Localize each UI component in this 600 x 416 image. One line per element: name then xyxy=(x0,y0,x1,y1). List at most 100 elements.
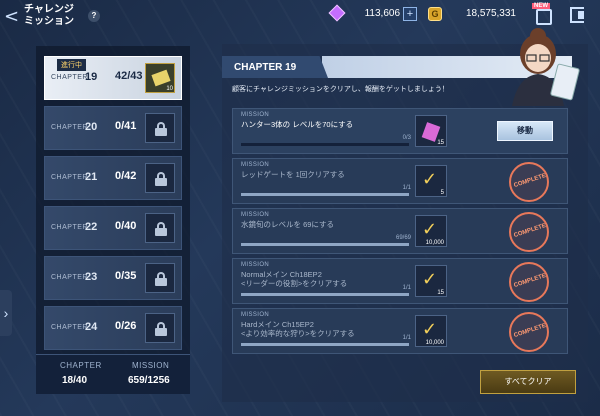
chapter-item-20[interactable]: CHAPTER 20 0/41 xyxy=(44,106,182,150)
chapter-label: CHAPTER xyxy=(51,224,88,231)
character-avatar xyxy=(512,28,580,106)
lock-icon xyxy=(145,163,175,193)
chapter-progress: 0/40 xyxy=(115,220,137,232)
move-button[interactable]: 移動 xyxy=(497,121,553,141)
side-expand-tab[interactable]: › xyxy=(0,290,12,336)
chapter-number: 23 xyxy=(85,271,98,283)
back-arrow-icon[interactable]: < xyxy=(4,5,20,29)
mailbox-box xyxy=(536,9,552,25)
clear-all-button[interactable]: すべてクリア xyxy=(480,370,576,394)
progress-value: 69/69 xyxy=(395,235,411,241)
mission-text: ハンター3体の レベルを70にする xyxy=(241,120,354,129)
lock-icon xyxy=(145,213,175,243)
progress-bar xyxy=(241,293,409,296)
progress-value: 1/1 xyxy=(402,185,411,191)
progress-value: 1/1 xyxy=(402,285,411,291)
mission-row: MISSION Normalメイン Ch18EP2 <リーダーの役割>をクリアす… xyxy=(232,258,568,304)
lock-icon xyxy=(145,113,175,143)
mailbox-icon[interactable]: NEW xyxy=(532,3,554,27)
reward-qty: 10,000 xyxy=(425,340,444,346)
reward-qty: 10,000 xyxy=(425,240,444,246)
chapter-label: CHAPTER xyxy=(51,74,88,81)
complete-stamp: COMPLETE xyxy=(509,262,549,302)
chapter-number: 24 xyxy=(85,321,98,333)
stamp-text: COMPLETE xyxy=(513,222,547,240)
reward-qty: 15 xyxy=(437,140,444,146)
mission-row: MISSION 水鏡旬のレベルを 69にする 69/69 ✓ 10,000 COM… xyxy=(232,208,568,254)
mission-row: MISSION レッドゲートを 1回クリアする 1/1 ✓ 5 COMPLETE xyxy=(232,158,568,204)
progress-value: 0/3 xyxy=(402,135,411,141)
exit-icon[interactable] xyxy=(570,7,584,23)
ticket-icon: 10 xyxy=(145,63,175,93)
help-icon[interactable]: ? xyxy=(88,10,100,22)
chapter-progress: 0/42 xyxy=(115,170,137,182)
summary-mission-value: 659/1256 xyxy=(128,375,170,386)
summary-chapter-value: 18/40 xyxy=(62,375,88,386)
chapter-progress: 0/41 xyxy=(115,120,137,132)
reward-qty: 5 xyxy=(440,190,444,196)
mission-text: Hardメイン Ch15EP2 <より効率的な狩り>をクリアする xyxy=(241,320,355,338)
chapter-label: CHAPTER xyxy=(51,174,88,181)
title-line2: ミッション xyxy=(24,16,74,27)
progress-fill xyxy=(241,293,409,296)
complete-stamp: COMPLETE xyxy=(509,212,549,252)
status-badge: 進行中 xyxy=(57,59,86,71)
chapter-number: 21 xyxy=(85,171,98,183)
add-gems-button[interactable]: + xyxy=(403,7,417,21)
chapter-number: 20 xyxy=(85,121,98,133)
chapter-list: 進行中 CHAPTER 19 42/43 10 CHAPTER 20 0/41 … xyxy=(36,46,190,394)
chapter-title: CHAPTER 19 xyxy=(234,62,297,73)
lock-icon xyxy=(145,313,175,343)
reward-qty: 15 xyxy=(437,290,444,296)
summary-chapter-label: CHAPTER xyxy=(60,361,102,370)
lock-icon xyxy=(145,263,175,293)
reward-qty: 10 xyxy=(166,86,173,92)
reward-check-icon: ✓ 5 xyxy=(415,165,447,197)
chapter-label: CHAPTER xyxy=(51,274,88,281)
reward-ticket-icon: 15 xyxy=(415,115,447,147)
progress-bar xyxy=(241,143,409,146)
progress-bar xyxy=(241,343,409,346)
progress-fill xyxy=(241,243,409,246)
chapter-item-24[interactable]: CHAPTER 24 0/26 xyxy=(44,306,182,350)
mission-text: 水鏡旬のレベルを 69にする xyxy=(241,220,335,229)
chapter-number: 19 xyxy=(85,71,98,83)
stamp-text: COMPLETE xyxy=(513,272,547,290)
stamp-text: COMPLETE xyxy=(513,172,547,190)
chapter-item-22[interactable]: CHAPTER 22 0/40 xyxy=(44,206,182,250)
summary-mission-label: MISSION xyxy=(132,361,170,370)
chapter-item-21[interactable]: CHAPTER 21 0/42 xyxy=(44,156,182,200)
progress-fill xyxy=(241,343,409,346)
page-title: チャレンジ ミッション xyxy=(24,4,74,28)
mission-label: MISSION xyxy=(241,162,270,168)
stamp-text: COMPLETE xyxy=(513,322,547,340)
new-badge: NEW xyxy=(532,3,550,9)
mission-text: レッドゲートを 1回クリアする xyxy=(241,170,345,179)
coin-icon: G xyxy=(428,7,442,21)
mission-label: MISSION xyxy=(241,112,270,118)
progress-bar xyxy=(241,243,409,246)
gem-icon xyxy=(328,4,346,22)
chapter-title-strip: CHAPTER 19 xyxy=(222,56,328,78)
chapter-label: CHAPTER xyxy=(51,124,88,131)
title-line1: チャレンジ xyxy=(24,4,74,15)
complete-stamp: COMPLETE xyxy=(509,312,549,352)
reward-coin-icon: ✓ 10,000 xyxy=(415,315,447,347)
complete-stamp: COMPLETE xyxy=(509,162,549,202)
mission-list: MISSION ハンター3体の レベルを70にする 0/3 15 移動 MISS… xyxy=(232,108,568,358)
chapter-item-23[interactable]: CHAPTER 23 0/35 xyxy=(44,256,182,300)
chapter-description: 顧客にチャレンジミッションをクリアし、報酬をゲットしましょう！ xyxy=(232,86,449,93)
summary-bar: CHAPTER 18/40 MISSION 659/1256 xyxy=(36,354,190,394)
mission-row: MISSION Hardメイン Ch15EP2 <より効率的な狩り>をクリアする… xyxy=(232,308,568,354)
coin-count: 18,575,331 xyxy=(465,8,516,19)
chapter-number: 22 xyxy=(85,221,98,233)
mission-row: MISSION ハンター3体の レベルを70にする 0/3 15 移動 xyxy=(232,108,568,154)
gem-count: 113,606 xyxy=(364,8,400,19)
mission-label: MISSION xyxy=(241,212,270,218)
reward-coin-icon: ✓ 10,000 xyxy=(415,215,447,247)
progress-bar xyxy=(241,193,409,196)
chapter-progress: 0/26 xyxy=(115,320,137,332)
chapter-item-19[interactable]: 進行中 CHAPTER 19 42/43 10 xyxy=(44,56,182,100)
chapter-label: CHAPTER xyxy=(51,324,88,331)
chapter-progress: 0/35 xyxy=(115,270,137,282)
